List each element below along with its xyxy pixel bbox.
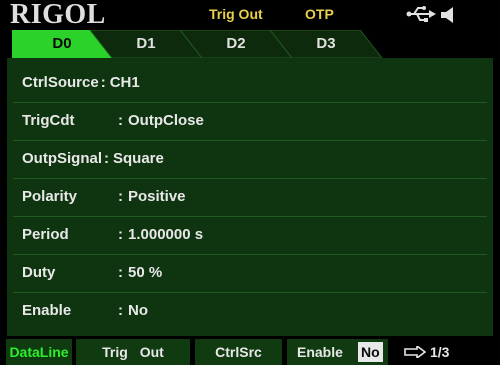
softkey-dataline[interactable]: DataLine <box>6 339 72 365</box>
softkey-trig-label: Trig <box>102 344 128 360</box>
row-divider <box>13 216 487 217</box>
enable-value-badge: No <box>358 342 383 362</box>
setting-value: Square <box>113 150 164 167</box>
status-bar: RIGOL Trig Out OTP <box>0 0 500 30</box>
colon: : <box>118 226 123 243</box>
setting-label: OutpSignal <box>22 150 102 167</box>
tab-d3-label: D3 <box>316 35 336 52</box>
page-indicator: 1/3 <box>430 344 450 360</box>
otp-status: OTP <box>305 6 334 22</box>
colon: : <box>118 264 123 281</box>
setting-row-duty: Duty:50 % <box>22 256 162 290</box>
setting-label: CtrlSource <box>22 74 99 91</box>
colon: : <box>118 188 123 205</box>
colon: : <box>118 302 123 319</box>
tab-d0-label: D0 <box>52 35 72 52</box>
tab-d3[interactable]: D3 <box>270 30 382 58</box>
softkey-enable-label: Enable <box>297 344 343 360</box>
trig-out-status: Trig Out <box>209 6 263 22</box>
next-page-arrow-icon[interactable] <box>404 346 426 358</box>
colon: : <box>100 74 106 91</box>
setting-value: No <box>128 302 148 319</box>
usb-icon <box>406 6 436 22</box>
setting-row-ctrlsource: CtrlSource: CH1 <box>22 66 140 100</box>
row-divider <box>13 254 487 255</box>
setting-value: 1.000000 s <box>128 226 204 243</box>
setting-value: 50 % <box>128 264 163 281</box>
setting-row-trigcdt: TrigCdt: OutpClose <box>22 104 204 138</box>
setting-row-period: Period:1.000000 s <box>22 218 203 252</box>
setting-label: Enable <box>22 302 72 319</box>
row-divider <box>13 140 487 141</box>
channel-tabs: D0 D1 D2 D3 <box>12 30 382 58</box>
colon: : <box>118 112 123 129</box>
speaker-icon <box>441 7 453 23</box>
setting-row-outpsignal: OutpSignal: Square <box>22 142 164 176</box>
row-divider <box>13 292 487 293</box>
softkey-trig-out[interactable]: Trig Out <box>76 339 190 365</box>
softkey-bar: DataLine Trig Out CtrlSrc Enable No 1/3 <box>0 339 500 365</box>
softkey-ctrlsrc[interactable]: CtrlSrc <box>195 339 282 365</box>
setting-value: OutpClose <box>128 112 204 129</box>
colon: : <box>104 150 109 167</box>
tab-d1-label: D1 <box>136 35 156 52</box>
brand-logo: RIGOL <box>10 0 106 30</box>
tab-d2-label: D2 <box>226 35 246 52</box>
setting-label: Polarity <box>22 188 78 205</box>
settings-panel: CtrlSource: CH1 TrigCdt: OutpClose OutpSig… <box>7 58 493 336</box>
setting-value: Positive <box>128 188 186 205</box>
row-divider <box>13 178 487 179</box>
setting-row-polarity: Polarity: Positive <box>22 180 186 214</box>
softkey-out-label: Out <box>139 344 164 360</box>
row-divider <box>13 102 487 103</box>
setting-label: Duty <box>22 264 56 281</box>
setting-label: Period <box>22 226 69 243</box>
setting-value: CH1 <box>109 74 140 91</box>
screen: RIGOL Trig Out OTP D0 D1 D2 D3 CtrlSourc… <box>0 0 500 365</box>
setting-row-enable: Enable: No <box>22 294 148 328</box>
setting-label: TrigCdt <box>22 112 75 129</box>
